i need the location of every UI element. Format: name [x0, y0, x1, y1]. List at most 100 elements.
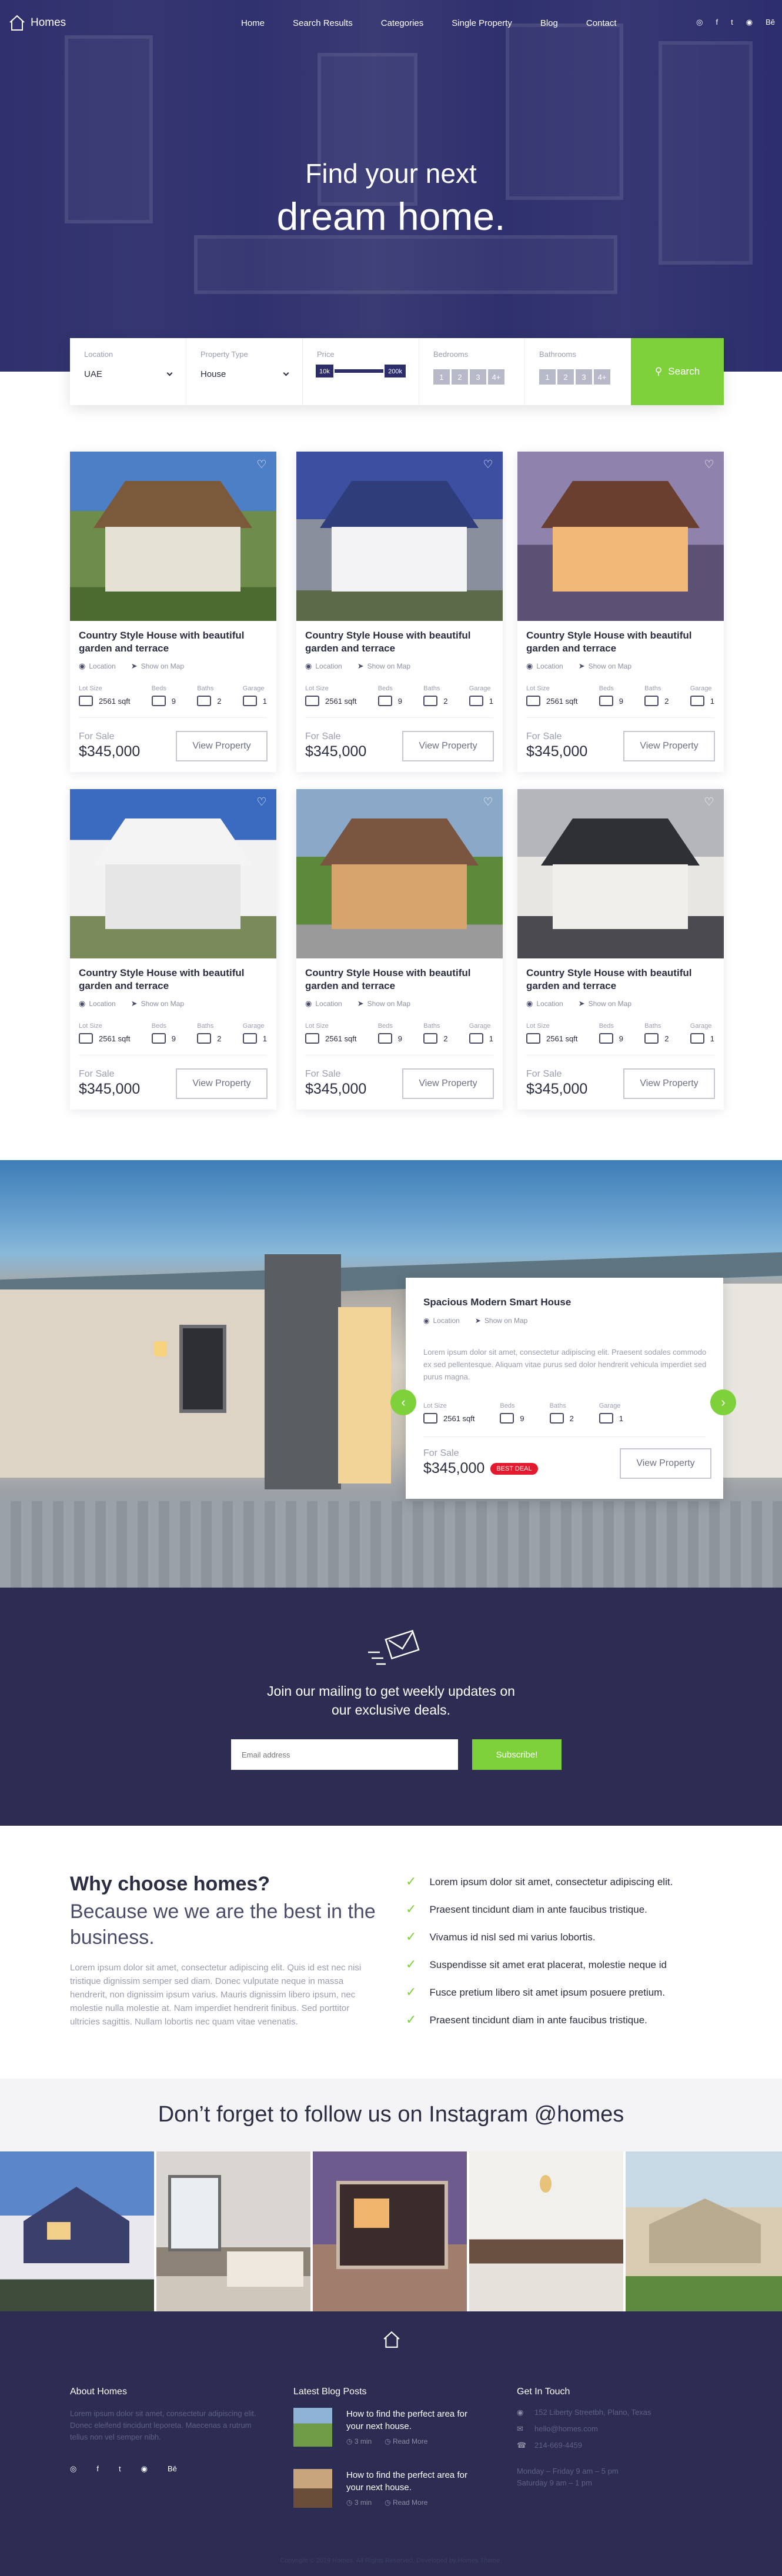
read-more-link[interactable]: Read More — [393, 2437, 427, 2445]
heart-icon[interactable]: ♡ — [703, 459, 716, 472]
blog-post[interactable]: How to find the perfect area for your ne… — [293, 2469, 493, 2508]
house-logo-icon[interactable] — [382, 2330, 401, 2349]
property-type-select[interactable]: Property Type House — [186, 338, 303, 405]
show-on-map-link[interactable]: ➤ Show on Map — [357, 661, 410, 671]
instagram-photo[interactable] — [156, 2151, 313, 2311]
heart-icon[interactable]: ♡ — [482, 459, 494, 472]
email-input[interactable] — [231, 1739, 458, 1770]
property-photo[interactable] — [70, 789, 276, 958]
instagram-icon[interactable]: ◉ — [746, 18, 753, 27]
nav-home[interactable]: Home — [241, 18, 265, 28]
nav-blog[interactable]: Blog — [540, 18, 558, 28]
location-link[interactable]: ◉ Location — [305, 999, 342, 1008]
location-link[interactable]: ◉ Location — [423, 1317, 460, 1325]
twitter-icon[interactable]: t — [119, 2464, 121, 2474]
view-property-button[interactable]: View Property — [620, 1448, 711, 1479]
price-max-handle[interactable]: 200k — [383, 363, 407, 379]
property-photo[interactable] — [296, 789, 503, 958]
show-on-map-link[interactable]: ➤ Show on Map — [475, 1317, 527, 1325]
behance-icon[interactable]: Bē — [766, 18, 775, 27]
blog-thumbnail[interactable] — [293, 2408, 332, 2447]
instagram-photo[interactable] — [0, 2151, 156, 2311]
heart-icon[interactable]: ♡ — [255, 459, 268, 472]
blog-post[interactable]: How to find the perfect area for your ne… — [293, 2408, 493, 2447]
nav-contact[interactable]: Contact — [586, 18, 617, 28]
carousel-prev-button[interactable]: ‹ — [390, 1389, 416, 1415]
paper-plane-mail-icon — [368, 1629, 420, 1665]
carousel-next-button[interactable]: › — [710, 1389, 736, 1415]
read-more-link[interactable]: Read More — [393, 2498, 427, 2507]
property-photo[interactable] — [517, 789, 724, 958]
price-min-handle[interactable]: 10k — [315, 363, 335, 379]
view-property-button[interactable]: View Property — [176, 731, 268, 761]
bathrooms-option[interactable]: 2 — [557, 369, 574, 385]
location-link[interactable]: ◉ Location — [305, 661, 342, 671]
property-card[interactable]: ♡ Country Style House with beautiful gar… — [296, 452, 503, 772]
contact-email[interactable]: hello@homes.com — [534, 2424, 598, 2434]
view-property-button[interactable]: View Property — [176, 1068, 268, 1099]
view-property-button[interactable]: View Property — [402, 1068, 494, 1099]
location-link[interactable]: ◉ Location — [526, 661, 563, 671]
bedrooms-option[interactable]: 4+ — [488, 369, 504, 385]
instagram-photo[interactable] — [469, 2151, 626, 2311]
twitter-icon[interactable]: t — [731, 18, 733, 27]
contact-phone[interactable]: 214-669-4459 — [534, 2441, 582, 2450]
bedrooms-option[interactable]: 1 — [433, 369, 450, 385]
brand-logo[interactable]: Homes — [8, 14, 66, 32]
bedrooms-option[interactable]: 3 — [470, 369, 486, 385]
property-title[interactable]: Country Style House with beautiful garde… — [526, 967, 714, 993]
featured-property-card[interactable]: Spacious Modern Smart House ◉ Location ➤ S… — [406, 1278, 723, 1499]
search-button[interactable]: ⚲ Search — [631, 338, 724, 405]
show-on-map-link[interactable]: ➤ Show on Map — [131, 999, 184, 1008]
bathrooms-option[interactable]: 1 — [539, 369, 556, 385]
property-card[interactable]: ♡ Country Style House with beautiful gar… — [296, 789, 503, 1110]
heart-icon[interactable]: ♡ — [703, 796, 716, 809]
featured-title[interactable]: Spacious Modern Smart House — [423, 1297, 571, 1308]
property-card[interactable]: ♡ Country Style House with beautiful gar… — [70, 789, 276, 1110]
location-link[interactable]: ◉ Location — [79, 999, 116, 1008]
property-photo[interactable] — [70, 452, 276, 621]
view-property-button[interactable]: View Property — [402, 731, 494, 761]
show-on-map-link[interactable]: ➤ Show on Map — [357, 999, 410, 1008]
property-title[interactable]: Country Style House with beautiful garde… — [79, 629, 267, 655]
view-property-button[interactable]: View Property — [623, 1068, 715, 1099]
property-title[interactable]: Country Style House with beautiful garde… — [305, 967, 493, 993]
dribbble-icon[interactable]: ◎ — [70, 2464, 76, 2474]
heart-icon[interactable]: ♡ — [482, 796, 494, 809]
facebook-icon[interactable]: f — [96, 2464, 99, 2474]
behance-icon[interactable]: Bē — [168, 2464, 177, 2474]
instagram-icon[interactable]: ◉ — [141, 2464, 148, 2474]
bathrooms-option[interactable]: 4+ — [594, 369, 610, 385]
subscribe-button[interactable]: Subscribe! — [472, 1739, 562, 1770]
location-link[interactable]: ◉ Location — [79, 661, 116, 671]
property-title[interactable]: Country Style House with beautiful garde… — [305, 629, 493, 655]
show-on-map-link[interactable]: ➤ Show on Map — [131, 661, 184, 671]
dribbble-icon[interactable]: ◎ — [696, 18, 703, 27]
instagram-photo[interactable] — [313, 2151, 469, 2311]
view-property-button[interactable]: View Property — [623, 731, 715, 761]
show-on-map-link[interactable]: ➤ Show on Map — [579, 661, 631, 671]
property-title[interactable]: Country Style House with beautiful garde… — [526, 629, 714, 655]
bedrooms-option[interactable]: 2 — [452, 369, 468, 385]
price-slider-track[interactable]: 10k 200k — [315, 363, 407, 379]
facebook-icon[interactable]: f — [716, 18, 718, 27]
property-title[interactable]: Country Style House with beautiful garde… — [79, 967, 267, 993]
blog-post-title[interactable]: How to find the perfect area for your ne… — [346, 2408, 482, 2433]
instagram-photo[interactable] — [626, 2151, 782, 2311]
beds-value: 9 — [619, 1034, 623, 1043]
nav-single-property[interactable]: Single Property — [452, 18, 512, 28]
property-card[interactable]: ♡ Country Style House with beautiful gar… — [517, 789, 724, 1110]
location-select[interactable]: Location UAE — [70, 338, 186, 405]
blog-post-title[interactable]: How to find the perfect area for your ne… — [346, 2469, 482, 2494]
bathrooms-option[interactable]: 3 — [576, 369, 592, 385]
show-on-map-link[interactable]: ➤ Show on Map — [579, 999, 631, 1008]
property-photo[interactable] — [296, 452, 503, 621]
nav-categories[interactable]: Categories — [381, 18, 424, 28]
property-card[interactable]: ♡ Country Style House with beautiful gar… — [517, 452, 724, 772]
location-link[interactable]: ◉ Location — [526, 999, 563, 1008]
heart-icon[interactable]: ♡ — [255, 796, 268, 809]
property-card[interactable]: ♡ Country Style House with beautiful gar… — [70, 452, 276, 772]
blog-thumbnail[interactable] — [293, 2469, 332, 2508]
nav-search-results[interactable]: Search Results — [293, 18, 353, 28]
property-photo[interactable] — [517, 452, 724, 621]
